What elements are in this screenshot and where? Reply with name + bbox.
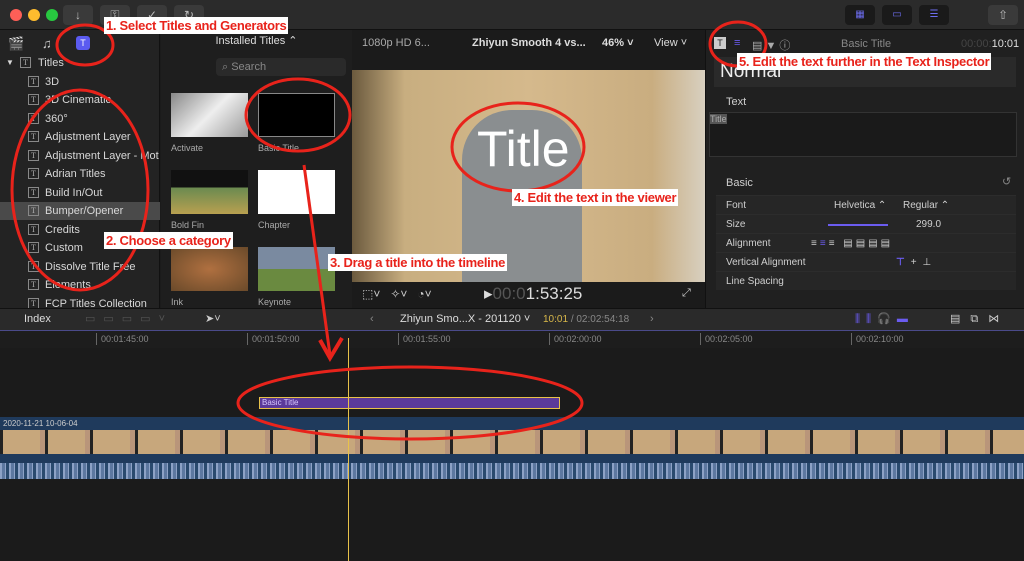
drag-arrow-head — [318, 336, 344, 362]
annotation-5: 5. Edit the text further in the Text Ins… — [737, 53, 992, 70]
annotation-circle-timeline — [236, 365, 584, 441]
drag-arrow — [302, 164, 332, 356]
annotation-circle-basic-title — [244, 77, 352, 153]
annotation-overlay — [10, 20, 768, 441]
annotation-circle-viewer — [450, 101, 586, 193]
annotation-circle-categories — [10, 88, 150, 292]
annotation-3: 3. Drag a title into the timeline — [328, 254, 508, 271]
annotation-4: 4. Edit the text in the viewer — [512, 189, 679, 206]
annotation-2: 2. Choose a category — [104, 232, 233, 249]
annotation-1: 1. Select Titles and Generators — [104, 17, 289, 34]
